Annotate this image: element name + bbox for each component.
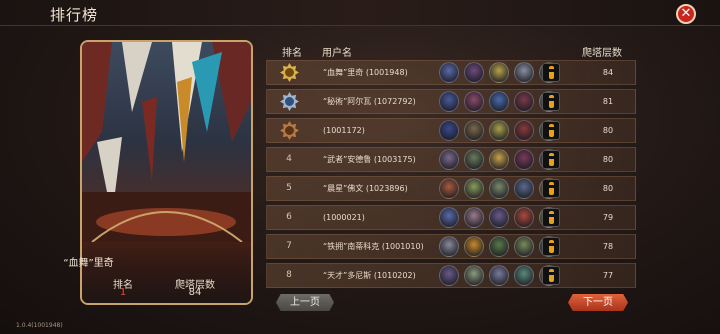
hero-avatar[interactable] <box>439 149 459 170</box>
rank-cell: 8 <box>286 270 292 280</box>
hero-avatar[interactable] <box>464 207 484 228</box>
bronze-medal-icon <box>280 121 299 140</box>
info-button[interactable] <box>542 237 560 256</box>
info-button[interactable] <box>542 179 560 198</box>
info-icon <box>549 95 554 108</box>
table-row[interactable]: 7 “铁拥”南蒂科克 (1001010) 78 <box>266 234 636 259</box>
info-icon <box>549 153 554 166</box>
player-name-cell: “天才”多尼斯 (1010202) <box>323 271 416 280</box>
table-row[interactable]: “秘術”阿尔瓦 (1072792) 81 <box>266 89 636 114</box>
floor-cell: 80 <box>602 126 614 135</box>
column-header-floor: 爬塔层数 <box>582 48 622 59</box>
info-button[interactable] <box>542 208 560 227</box>
rank-cell <box>267 90 311 113</box>
floor-cell: 84 <box>602 68 614 77</box>
table-row[interactable]: 6 (1000021) 79 <box>266 205 636 230</box>
hero-avatar[interactable] <box>439 265 459 286</box>
floor-cell: 80 <box>602 184 614 193</box>
floor-cell: 77 <box>602 271 614 280</box>
rank-cell <box>267 119 311 142</box>
rank-cell: 4 <box>286 154 292 164</box>
hero-avatar[interactable] <box>464 236 484 257</box>
hero-avatar[interactable] <box>489 91 509 112</box>
hero-avatar[interactable] <box>439 207 459 228</box>
hero-avatar[interactable] <box>489 149 509 170</box>
rank-cell: 5 <box>286 183 292 193</box>
player-name-cell: “武者”安德鲁 (1003175) <box>323 155 416 164</box>
player-name: “血舞”里奇 <box>63 258 114 269</box>
info-button[interactable] <box>542 92 560 111</box>
hero-avatar[interactable] <box>439 236 459 257</box>
hero-avatar[interactable] <box>439 178 459 199</box>
floor-cell: 81 <box>602 97 614 106</box>
rank-cell <box>267 61 311 84</box>
hero-avatar[interactable] <box>439 91 459 112</box>
hero-avatar[interactable] <box>464 62 484 83</box>
hero-avatar[interactable] <box>464 149 484 170</box>
hero-avatar[interactable] <box>489 178 509 199</box>
table-row[interactable]: 4 “武者”安德鲁 (1003175) 80 <box>266 147 636 172</box>
hero-avatar[interactable] <box>439 120 459 141</box>
hero-avatar[interactable] <box>514 120 534 141</box>
info-button[interactable] <box>542 266 560 285</box>
info-icon <box>549 66 554 79</box>
hero-avatar[interactable] <box>514 149 534 170</box>
player-name-cell: (1000021) <box>323 213 365 222</box>
hero-avatar[interactable] <box>489 120 509 141</box>
hero-avatar[interactable] <box>514 265 534 286</box>
hero-avatar[interactable] <box>439 62 459 83</box>
hero-avatar[interactable] <box>464 91 484 112</box>
rank-cell: 7 <box>286 241 292 251</box>
floor-cell: 79 <box>602 213 614 222</box>
hero-avatar[interactable] <box>489 62 509 83</box>
gold-medal-icon <box>280 63 299 82</box>
column-header-rank: 排名 <box>282 48 302 59</box>
page-title: 排行榜 <box>50 6 99 24</box>
rank-value: 1 <box>119 287 127 298</box>
version-label: 1.0.4(1001948) <box>16 322 63 329</box>
table-row[interactable]: 8 “天才”多尼斯 (1010202) 77 <box>266 263 636 288</box>
prev-page-button[interactable]: 上一页 <box>276 294 334 311</box>
player-name-cell: “晨星”佛文 (1023896) <box>323 184 408 193</box>
rank-cell: 6 <box>286 212 292 222</box>
player-name-cell: “铁拥”南蒂科克 (1001010) <box>323 242 424 251</box>
hero-avatar[interactable] <box>514 91 534 112</box>
hero-avatar[interactable] <box>464 265 484 286</box>
info-button[interactable] <box>542 150 560 169</box>
character-artwork <box>82 42 251 242</box>
info-icon <box>549 182 554 195</box>
silver-medal-icon <box>280 92 299 111</box>
floor-cell: 78 <box>602 242 614 251</box>
floor-value: 84 <box>188 287 202 298</box>
hero-avatar[interactable] <box>514 236 534 257</box>
title-bar <box>0 0 720 26</box>
hero-avatar[interactable] <box>489 207 509 228</box>
close-button[interactable]: ✕ <box>676 4 696 24</box>
table-row[interactable]: (1001172) 80 <box>266 118 636 143</box>
hero-avatar[interactable] <box>489 236 509 257</box>
info-icon <box>549 124 554 137</box>
hero-avatar[interactable] <box>514 207 534 228</box>
hero-avatar[interactable] <box>514 62 534 83</box>
info-icon <box>549 240 554 253</box>
hero-avatar[interactable] <box>464 120 484 141</box>
info-icon <box>549 211 554 224</box>
column-header-user: 用户名 <box>322 48 352 59</box>
next-page-button[interactable]: 下一页 <box>568 294 628 311</box>
hero-avatar[interactable] <box>464 178 484 199</box>
hero-avatar[interactable] <box>489 265 509 286</box>
player-name-cell: (1001172) <box>323 126 365 135</box>
table-row[interactable]: 5 “晨星”佛文 (1023896) 80 <box>266 176 636 201</box>
info-button[interactable] <box>542 63 560 82</box>
floor-cell: 80 <box>602 155 614 164</box>
close-icon: ✕ <box>680 6 692 21</box>
player-name-cell: “秘術”阿尔瓦 (1072792) <box>323 97 416 106</box>
info-icon <box>549 269 554 282</box>
player-name-cell: “血舞”里奇 (1001948) <box>323 68 408 77</box>
hero-avatar[interactable] <box>514 178 534 199</box>
table-row[interactable]: “血舞”里奇 (1001948) 84 <box>266 60 636 85</box>
info-button[interactable] <box>542 121 560 140</box>
